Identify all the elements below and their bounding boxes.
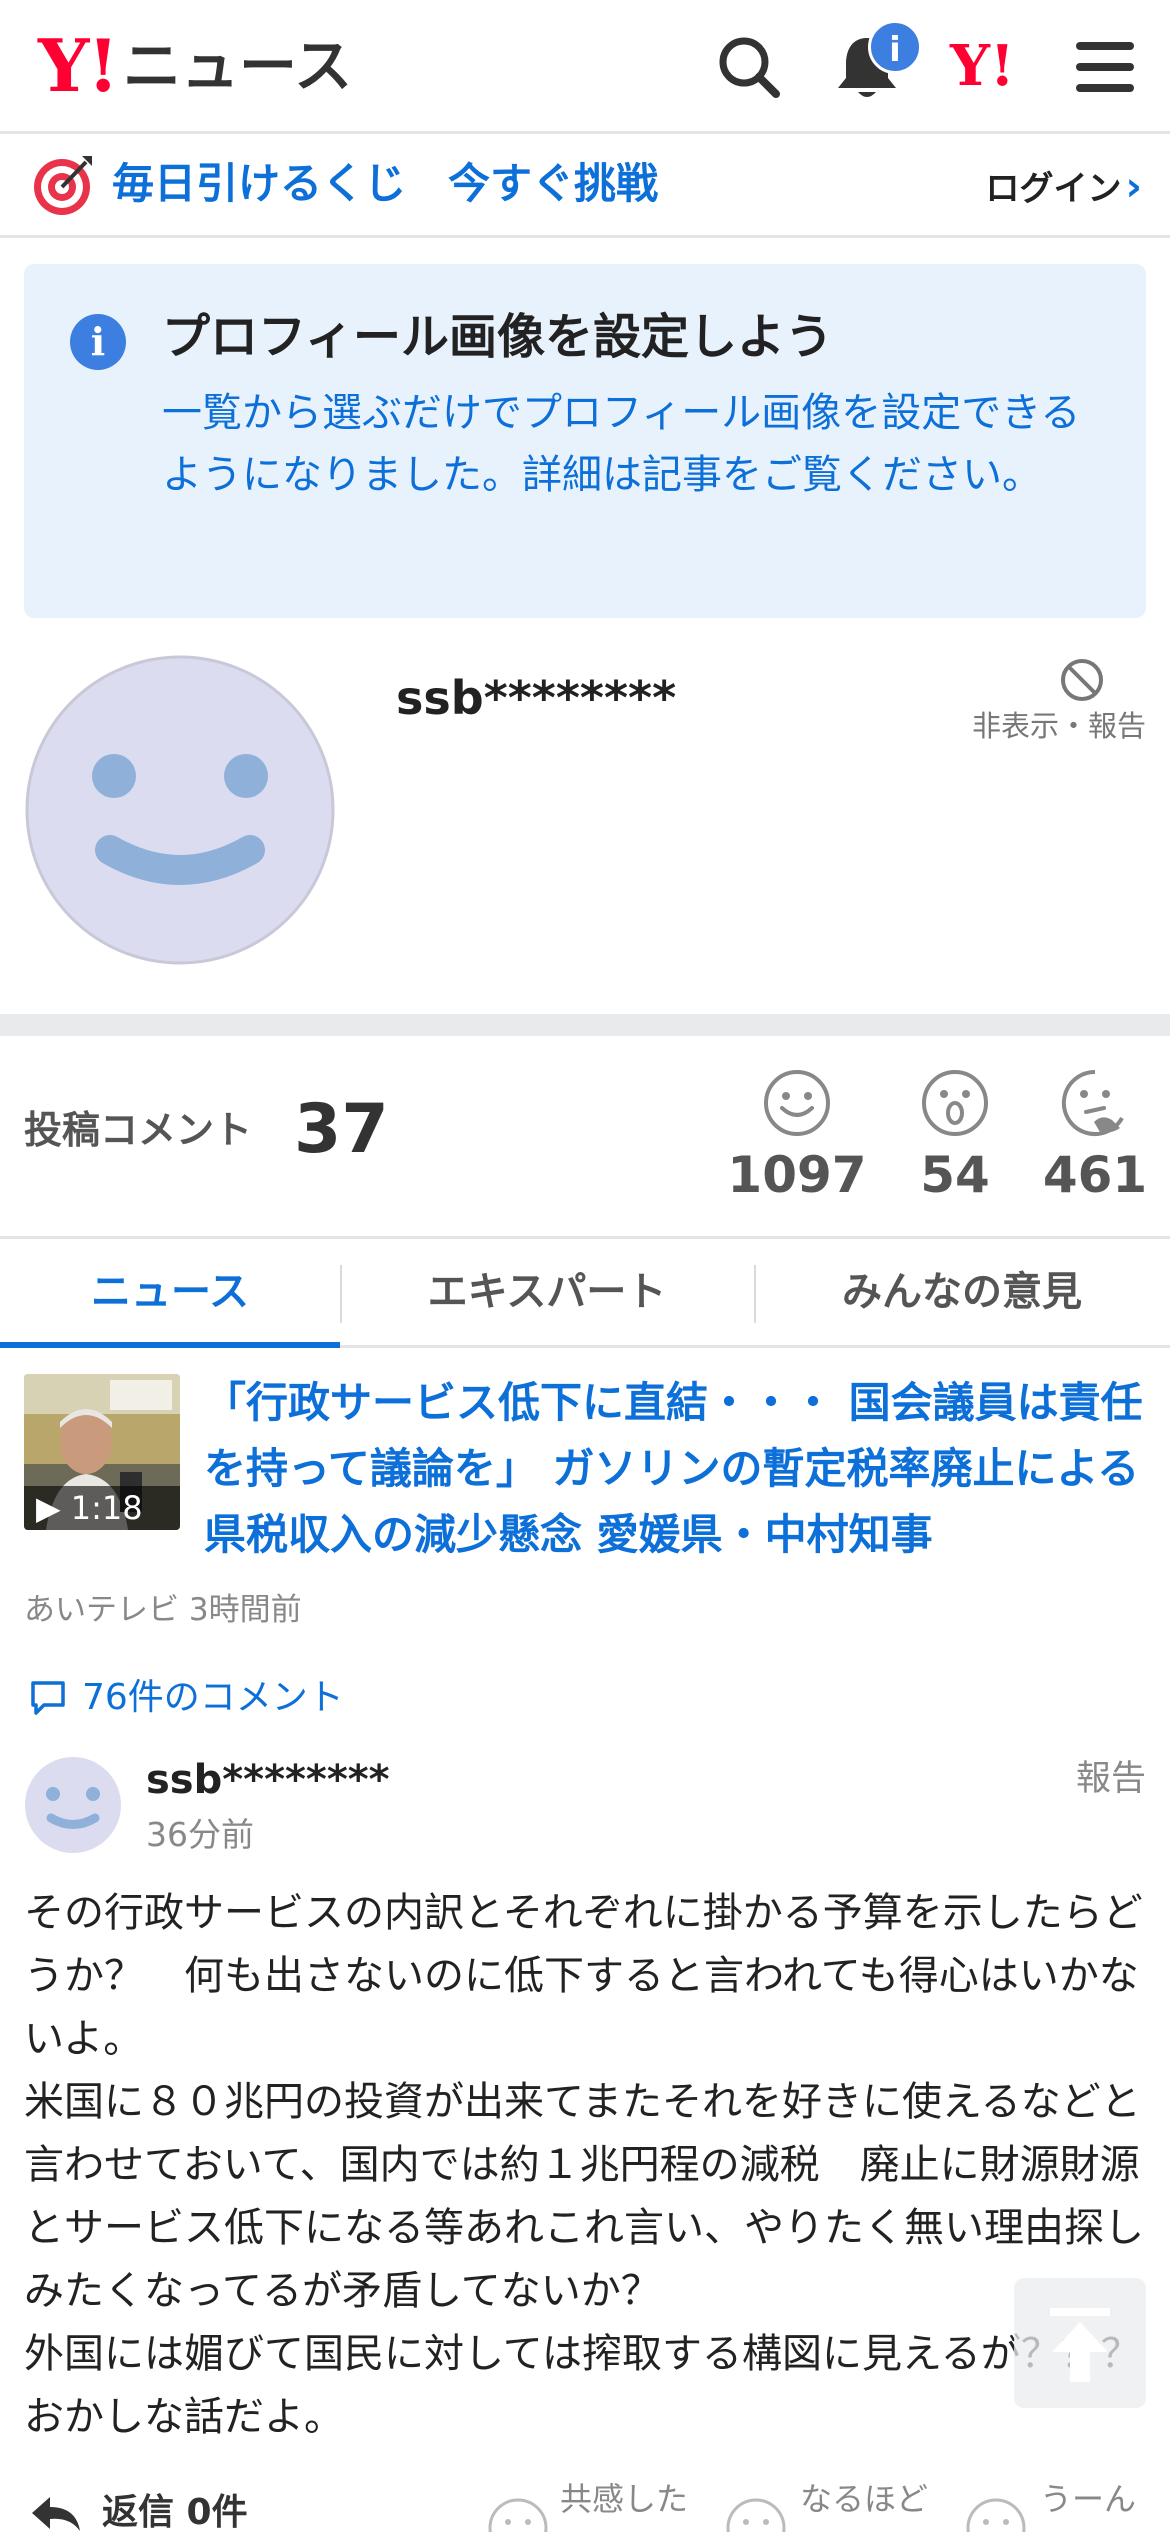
reaction-empathy: 1097: [722, 1068, 872, 1210]
article-thumbnail[interactable]: ▶ 1:18: [24, 1374, 180, 1530]
menu-icon[interactable]: [1068, 30, 1142, 104]
think-face-icon[interactable]: [964, 2496, 1028, 2532]
arrow-up-icon: [1050, 2308, 1110, 2382]
reply-button[interactable]: 返信 0件: [30, 2488, 248, 2532]
section-divider: [0, 1014, 1170, 1036]
think-label[interactable]: うーん: [1040, 2476, 1136, 2522]
tab-expert[interactable]: エキスパート: [340, 1239, 754, 1345]
surprised-face-icon: [922, 1070, 988, 1136]
comment-count-label: 投稿コメント: [24, 1108, 253, 1152]
notification-badge: i: [868, 20, 922, 74]
chevron-right-icon: ›: [1125, 164, 1142, 210]
comment-bubble-icon: [31, 1681, 65, 1715]
profile-tabs: ニュース エキスパート みんなの意見: [0, 1236, 1170, 1348]
hide-report-button[interactable]: 非表示・報告: [946, 656, 1146, 746]
notice-title: プロフィール画像を設定しよう: [162, 309, 834, 365]
login-label: ログイン: [985, 169, 1122, 209]
block-icon: [1061, 659, 1103, 701]
video-duration: ▶ 1:18: [24, 1486, 180, 1530]
tab-separator: [340, 1265, 342, 1323]
comment-count: 37: [294, 1090, 389, 1169]
reaction-think: 461: [1020, 1068, 1170, 1210]
reply-label: 返信 0件: [102, 2492, 248, 2532]
article-meta: あいテレビ 3時間前: [24, 1592, 302, 1628]
smile-face-icon: [764, 1070, 830, 1136]
logo-text: ニュース: [123, 32, 353, 100]
commenter-avatar: [25, 1757, 121, 1853]
tab-news[interactable]: ニュース: [0, 1239, 340, 1348]
profile-username: ssb********: [396, 671, 677, 725]
yahoo-news-logo[interactable]: Y! ニュース: [38, 30, 352, 102]
reaction-count: 54: [920, 1146, 990, 1204]
search-icon[interactable]: [712, 30, 786, 104]
lottery-bar: 毎日引けるくじ 今すぐ挑戦 ログイン ›: [0, 134, 1170, 238]
comment-count-link-label: 76件のコメント: [82, 1677, 344, 1718]
article-title-link[interactable]: 「行政サービス低下に直結・・・ 国会議員は責任を持って議論を」 ガソリンの暫定税…: [204, 1370, 1154, 1568]
report-button[interactable]: 報告: [1076, 1754, 1146, 1804]
empathy-face-icon[interactable]: [486, 2496, 550, 2532]
hide-report-label: 非表示・報告: [971, 709, 1146, 743]
avatar: [25, 655, 335, 965]
commenter-username: ssb********: [146, 1757, 390, 1803]
target-icon: [34, 156, 92, 215]
notice-body-link[interactable]: 一覧から選ぶだけでプロフィール画像を設定できるようになりました。詳細は記事をご覧…: [162, 382, 1112, 506]
tab-everyone-opinion[interactable]: みんなの意見: [754, 1239, 1170, 1345]
scroll-to-top-button[interactable]: [1014, 2278, 1146, 2408]
reaction-surprise: 54: [880, 1068, 1030, 1210]
article-comments-link[interactable]: 76件のコメント: [28, 1672, 344, 1724]
reply-arrow-icon: [32, 2497, 80, 2531]
reaction-count: 1097: [727, 1146, 867, 1204]
surprise-face-icon[interactable]: [724, 2496, 788, 2532]
logo-mark: Y!: [38, 23, 119, 108]
profile-image-notice: i プロフィール画像を設定しよう 一覧から選ぶだけでプロフィール画像を設定できる…: [24, 264, 1146, 618]
reaction-count: 461: [1042, 1146, 1148, 1204]
empathy-label[interactable]: 共感した: [560, 2476, 688, 2522]
yahoo-mark-icon[interactable]: Y!: [950, 38, 1015, 94]
tab-separator: [754, 1265, 756, 1323]
lottery-link[interactable]: 毎日引けるくじ 今すぐ挑戦: [112, 154, 658, 214]
thinking-face-icon: [1061, 1069, 1124, 1136]
login-link[interactable]: ログイン ›: [986, 162, 1142, 214]
comment-body: その行政サービスの内訳とそれぞれに掛かる予算を示したらどうか？ 何も出さないのに…: [24, 1890, 1144, 2440]
surprise-label[interactable]: なるほど: [800, 2476, 928, 2522]
top-header: Y! ニュース i Y!: [0, 0, 1170, 134]
info-icon: i: [70, 314, 126, 370]
comment-time: 36分前: [146, 1815, 254, 1854]
